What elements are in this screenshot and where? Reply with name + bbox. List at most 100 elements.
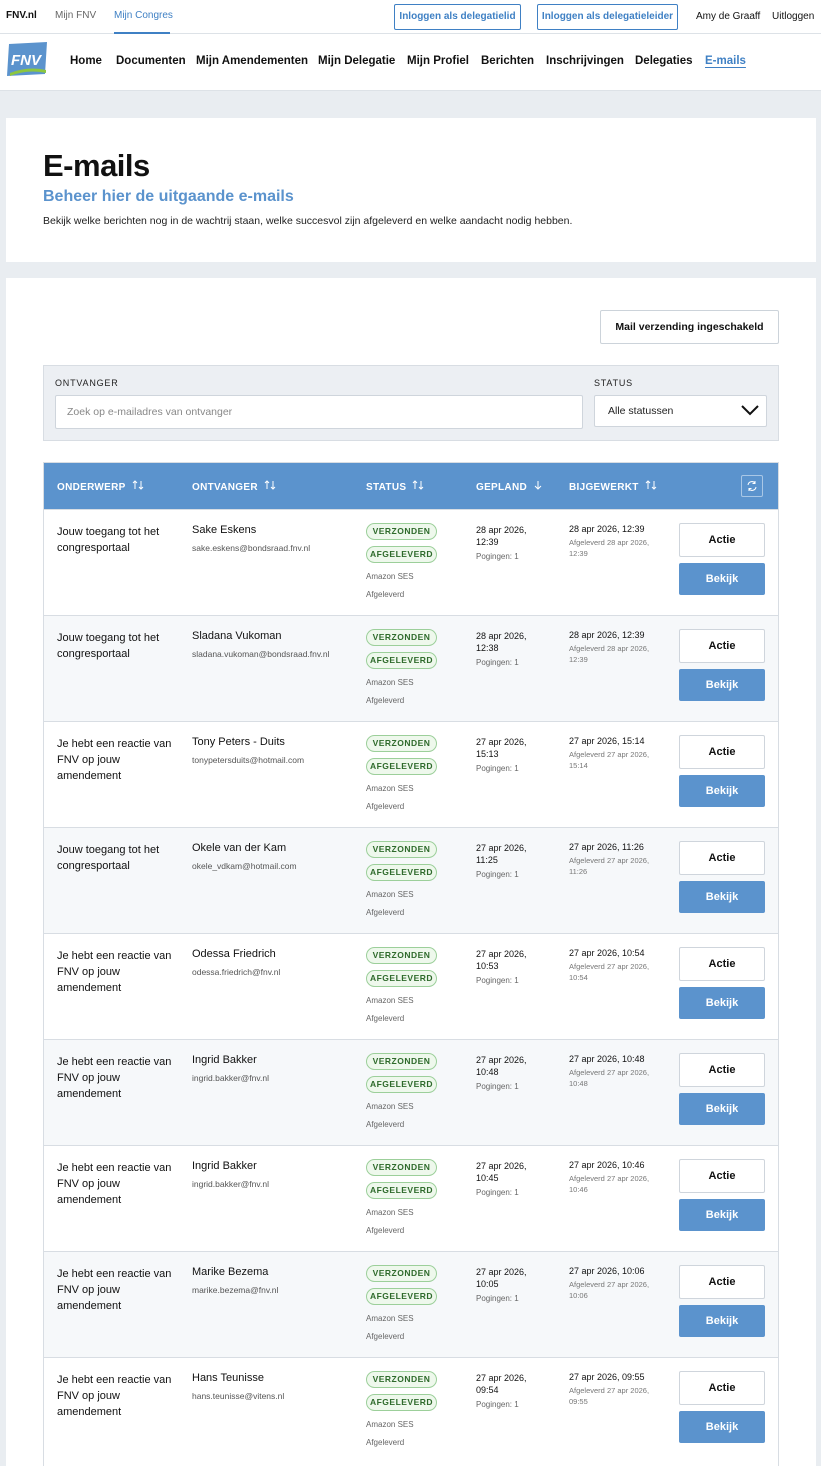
- table-row: Je hebt een reactie van FNV op jouw amen…: [44, 1357, 778, 1463]
- view-button[interactable]: Bekijk: [679, 987, 765, 1019]
- link-mijn-congres[interactable]: Mijn Congres: [114, 10, 173, 21]
- delivery-text: Afgeleverd: [366, 802, 405, 811]
- view-button[interactable]: Bekijk: [679, 1199, 765, 1231]
- email-subject: Je hebt een reactie van FNV op jouw amen…: [57, 1374, 172, 1418]
- action-button[interactable]: Actie: [679, 629, 765, 663]
- attempts-text: Pogingen: 1: [476, 764, 519, 773]
- updated-note: Afgeleverd 27 apr 2026, 10:06: [569, 1280, 650, 1300]
- nav-inschrijvingen[interactable]: Inschrijvingen: [546, 55, 624, 67]
- action-button[interactable]: Actie: [679, 735, 765, 769]
- view-button[interactable]: Bekijk: [679, 881, 765, 913]
- nav-delegaties[interactable]: Delegaties: [635, 55, 693, 67]
- recipient-name: Tony Peters - Duits: [192, 736, 285, 748]
- recipient-name: Ingrid Bakker: [192, 1054, 257, 1066]
- sort-down-icon: [534, 481, 542, 490]
- delivery-text: Afgeleverd: [366, 590, 405, 599]
- action-button[interactable]: Actie: [679, 1265, 765, 1299]
- nav-mijn-profiel[interactable]: Mijn Profiel: [407, 55, 469, 67]
- provider-text: Amazon SES: [366, 890, 414, 899]
- login-delegatieleider-button[interactable]: Inloggen als delegatieleider: [537, 4, 678, 30]
- nav-emails[interactable]: E-mails: [705, 55, 746, 67]
- view-button[interactable]: Bekijk: [679, 1093, 765, 1125]
- status-badge-delivered: AFGELEVERD: [366, 1394, 437, 1411]
- action-button[interactable]: Actie: [679, 1371, 765, 1405]
- status-select[interactable]: Alle statussen: [594, 395, 767, 427]
- table-row: Je hebt een reactie van FNV op jouw amen…: [44, 721, 778, 827]
- updated-note: Afgeleverd 27 apr 2026, 10:54: [569, 962, 650, 982]
- nav-documenten[interactable]: Documenten: [116, 55, 186, 67]
- view-button[interactable]: Bekijk: [679, 669, 765, 701]
- status-badge-delivered: AFGELEVERD: [366, 1288, 437, 1305]
- attempts-text: Pogingen: 1: [476, 870, 519, 879]
- login-delegatielid-button[interactable]: Inloggen als delegatielid: [394, 4, 521, 30]
- planned-time: 27 apr 2026, 09:54: [476, 1373, 527, 1395]
- col-gepland[interactable]: GEPLAND: [476, 480, 543, 493]
- recipient-search-input[interactable]: Zoek op e-mailadres van ontvanger: [55, 395, 583, 429]
- provider-text: Amazon SES: [366, 996, 414, 1005]
- status-badge-delivered: AFGELEVERD: [366, 546, 437, 563]
- delivery-text: Afgeleverd: [366, 696, 405, 705]
- recipient-email: tonypetersduits@hotmail.com: [192, 755, 305, 765]
- status-badge-delivered: AFGELEVERD: [366, 652, 437, 669]
- view-button[interactable]: Bekijk: [679, 775, 765, 807]
- action-button[interactable]: Actie: [679, 947, 765, 981]
- action-button[interactable]: Actie: [679, 1159, 765, 1193]
- view-button[interactable]: Bekijk: [679, 1411, 765, 1443]
- table-row: Jouw toegang tot het congresportaal Sake…: [44, 509, 778, 615]
- col-onderwerp[interactable]: ONDERWERP: [57, 480, 144, 493]
- email-subject: Je hebt een reactie van FNV op jouw amen…: [57, 1056, 172, 1100]
- updated-time: 28 apr 2026, 12:39: [569, 630, 645, 640]
- filter-panel: ONTVANGER Zoek op e-mailadres van ontvan…: [43, 365, 779, 441]
- updated-note: Afgeleverd 27 apr 2026, 09:55: [569, 1386, 650, 1406]
- view-button[interactable]: Bekijk: [679, 1305, 765, 1337]
- svg-text:FNV: FNV: [11, 52, 43, 69]
- view-button[interactable]: Bekijk: [679, 563, 765, 595]
- provider-text: Amazon SES: [366, 784, 414, 793]
- status-badge-sent: VERZONDEN: [366, 841, 437, 858]
- updated-time: 27 apr 2026, 10:48: [569, 1054, 645, 1064]
- link-fnv-nl[interactable]: FNV.nl: [6, 10, 37, 21]
- planned-time: 27 apr 2026, 10:05: [476, 1267, 527, 1289]
- updated-time: 27 apr 2026, 10:46: [569, 1160, 645, 1170]
- planned-time: 28 apr 2026, 12:39: [476, 525, 527, 547]
- sort-icon: [413, 480, 424, 490]
- delivery-text: Afgeleverd: [366, 1120, 405, 1129]
- email-subject: Jouw toegang tot het congresportaal: [57, 632, 160, 660]
- col-ontvanger[interactable]: ONTVANGER: [192, 480, 276, 493]
- planned-time: 27 apr 2026, 11:25: [476, 843, 527, 865]
- email-subject: Jouw toegang tot het congresportaal: [57, 844, 160, 872]
- updated-time: 27 apr 2026, 11:26: [569, 842, 644, 852]
- action-button[interactable]: Actie: [679, 523, 765, 557]
- nav-berichten[interactable]: Berichten: [481, 55, 534, 67]
- status-badge-sent: VERZONDEN: [366, 1159, 437, 1176]
- refresh-button[interactable]: [741, 475, 763, 497]
- delivery-text: Afgeleverd: [366, 1332, 405, 1341]
- fnv-logo[interactable]: FNV: [6, 40, 50, 80]
- status-badge-delivered: AFGELEVERD: [366, 864, 437, 881]
- attempts-text: Pogingen: 1: [476, 1188, 519, 1197]
- nav-home[interactable]: Home: [70, 55, 102, 67]
- action-button[interactable]: Actie: [679, 841, 765, 875]
- user-name[interactable]: Amy de Graaff: [696, 11, 760, 22]
- logout-link[interactable]: Uitloggen: [772, 11, 814, 22]
- recipient-email: odessa.friedrich@fnv.nl: [192, 967, 281, 977]
- col-bijgewerkt[interactable]: BIJGEWERKT: [569, 480, 657, 493]
- attempts-text: Pogingen: 1: [476, 976, 519, 985]
- status-badge-delivered: AFGELEVERD: [366, 1076, 437, 1093]
- recipient-email: marike.bezema@fnv.nl: [192, 1285, 279, 1295]
- status-badge-sent: VERZONDEN: [366, 523, 437, 540]
- updated-note: Afgeleverd 28 apr 2026, 12:39: [569, 538, 650, 558]
- link-mijn-fnv[interactable]: Mijn FNV: [55, 10, 96, 21]
- updated-time: 27 apr 2026, 09:55: [569, 1372, 645, 1382]
- table-row: Jouw toegang tot het congresportaal Okel…: [44, 827, 778, 933]
- planned-time: 27 apr 2026, 10:45: [476, 1161, 527, 1183]
- page-description: Bekijk welke berichten nog in de wachtri…: [43, 215, 573, 227]
- mail-sending-toggle-button[interactable]: Mail verzending ingeschakeld: [600, 310, 779, 344]
- attempts-text: Pogingen: 1: [476, 1294, 519, 1303]
- status-badge-delivered: AFGELEVERD: [366, 758, 437, 775]
- action-button[interactable]: Actie: [679, 1053, 765, 1087]
- col-status[interactable]: STATUS: [366, 480, 424, 493]
- recipient-name: Sake Eskens: [192, 524, 257, 536]
- nav-mijn-delegatie[interactable]: Mijn Delegatie: [318, 55, 395, 67]
- nav-mijn-amendementen[interactable]: Mijn Amendementen: [196, 55, 308, 67]
